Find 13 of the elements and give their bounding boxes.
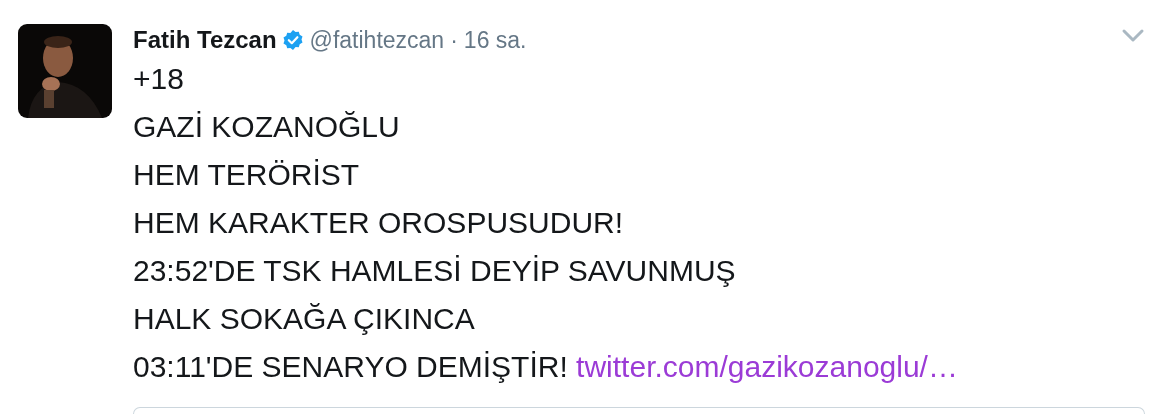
- tweet-text: HEM KARAKTER OROSPUSUDUR!: [133, 205, 625, 241]
- tweet-link[interactable]: twitter.com/gazikozanoglu/…: [576, 350, 958, 383]
- tweet-text: 23:52'DE TSK HAMLESİ DEYİP SAVUNMUŞ: [133, 253, 737, 289]
- tweet-text: GAZİ KOZANOĞLU: [133, 109, 401, 145]
- tweet-text: HEM TERÖRİST: [133, 157, 361, 193]
- author-name[interactable]: Fatih Tezcan: [133, 26, 277, 54]
- tweet-text: HALK SOKAĞA ÇIKINCA: [133, 301, 476, 337]
- caret-icon[interactable]: [1121, 27, 1145, 43]
- tweet-text: +18: [133, 61, 185, 97]
- user-handle[interactable]: @fatihtezcan: [309, 26, 445, 54]
- tweet-text: 03:11'DE SENARYO DEMİŞTİR! twitter.com/gazikozanoglu/…: [133, 349, 959, 385]
- separator-dot: ·: [450, 26, 458, 54]
- tweet-time[interactable]: 16 sa.: [463, 26, 527, 54]
